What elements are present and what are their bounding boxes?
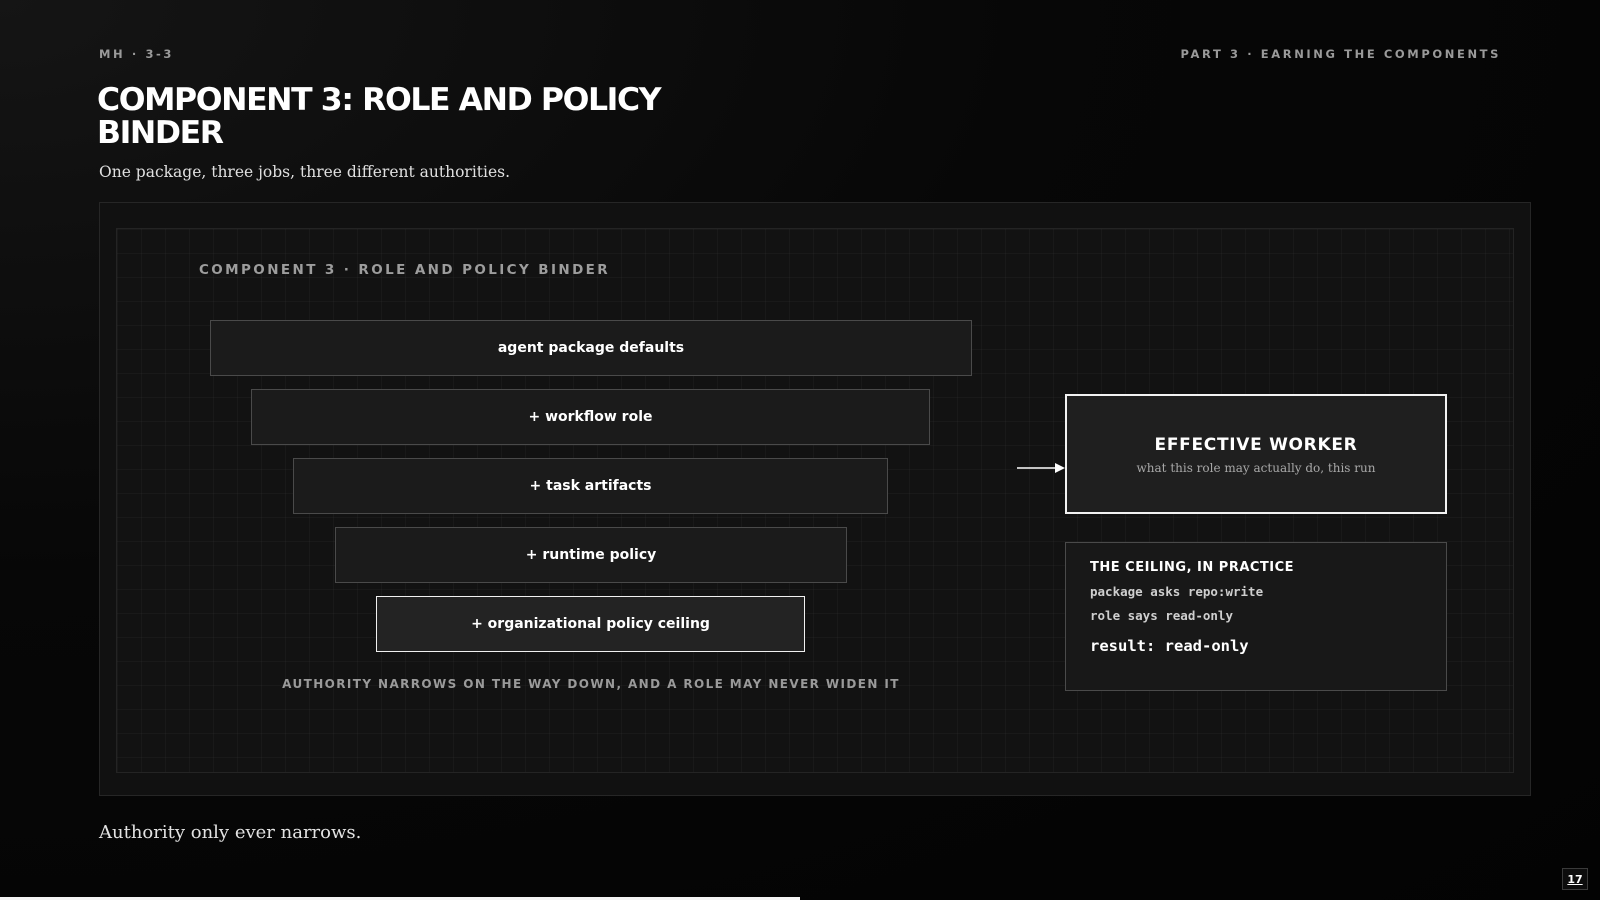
layer-package-defaults: agent package defaults [210,320,972,376]
funnel-caption: AUTHORITY NARROWS ON THE WAY DOWN, AND A… [282,677,900,691]
ceiling-example-card: THE CEILING, IN PRACTICE package asks re… [1065,542,1447,691]
effective-worker-subtitle: what this role may actually do, this run [1136,461,1376,475]
slide-id-kicker: MH · 3-3 [99,47,175,61]
page-number[interactable]: 17 [1562,868,1588,890]
diagram-canvas: COMPONENT 3 · ROLE AND POLICY BINDER age… [116,228,1514,773]
slide-title: COMPONENT 3: ROLE AND POLICY BINDER [97,82,662,151]
ceiling-result: result: read-only [1090,637,1249,655]
slide-subtitle: One package, three jobs, three different… [99,163,511,181]
effective-worker-box: EFFECTIVE WORKER what this role may actu… [1065,394,1447,514]
layer-runtime-policy: + runtime policy [335,527,847,583]
diagram-label: COMPONENT 3 · ROLE AND POLICY BINDER [199,262,611,278]
ceiling-card-title: THE CEILING, IN PRACTICE [1090,560,1295,575]
layer-organizational-policy-ceiling: + organizational policy ceiling [376,596,805,652]
diagram-panel: COMPONENT 3 · ROLE AND POLICY BINDER age… [99,202,1531,796]
ceiling-line-package: package asks repo:write [1090,584,1264,599]
section-kicker: PART 3 · EARNING THE COMPONENTS [1180,47,1501,61]
arrow-right-icon [1017,463,1065,473]
effective-worker-title: EFFECTIVE WORKER [1154,435,1358,455]
layer-task-artifacts: + task artifacts [293,458,888,514]
layer-workflow-role: + workflow role [251,389,930,445]
ceiling-line-role: role says read-only [1090,608,1233,623]
slide-takeaway: Authority only ever narrows. [99,822,362,843]
